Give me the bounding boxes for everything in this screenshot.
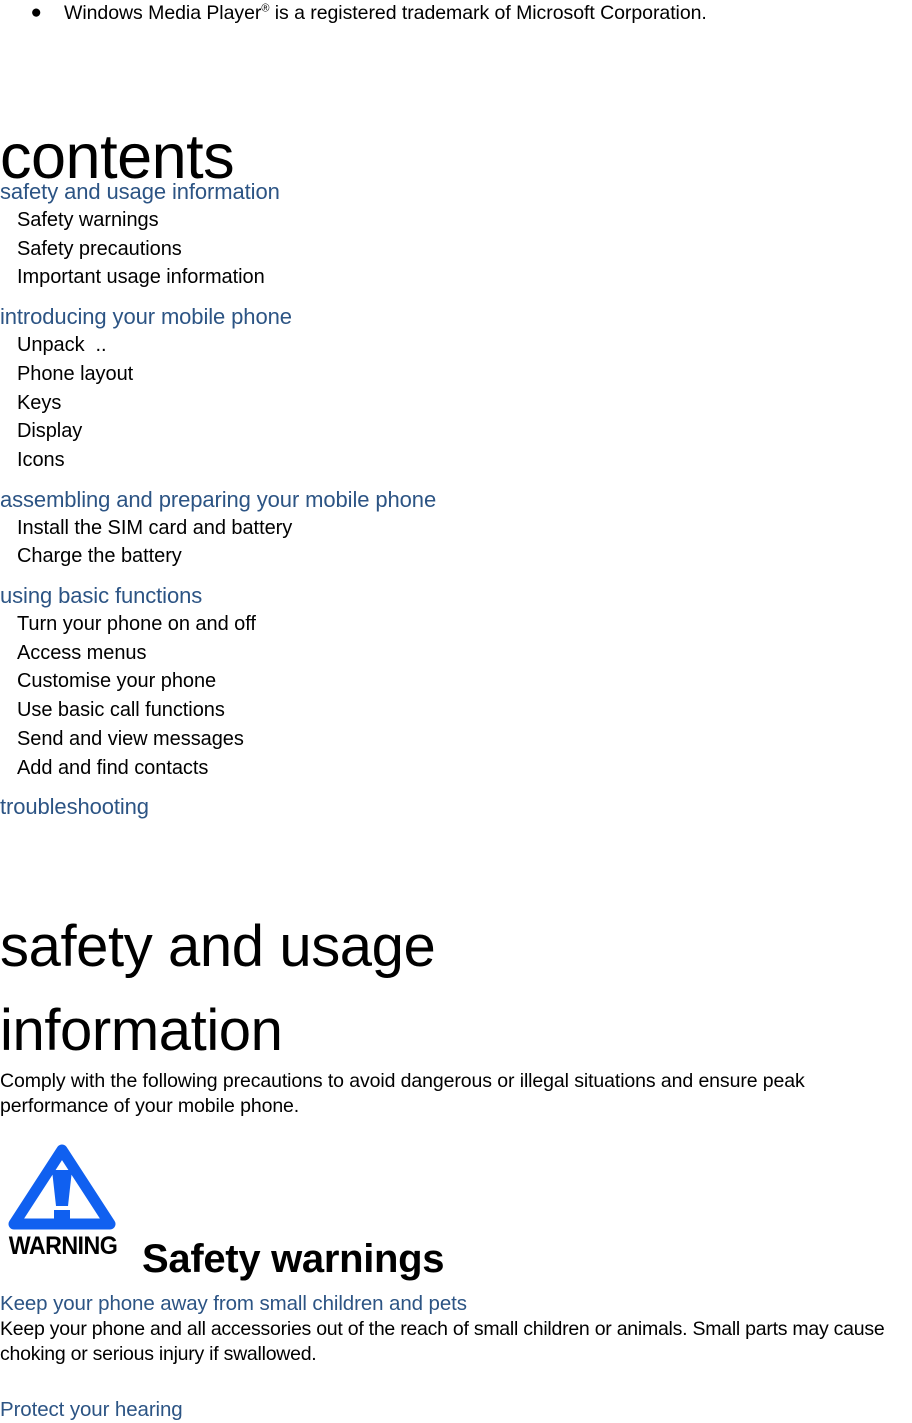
toc-item-access-menus[interactable]: Access menus — [0, 639, 912, 668]
warning-triangle-icon — [8, 1144, 116, 1230]
subsection-title: Keep your phone away from small children… — [0, 1292, 467, 1315]
trademark-product-name: Windows Media Player — [64, 2, 262, 24]
toc-item-install-the-sim-card-and-battery[interactable]: Install the SIM card and battery — [0, 514, 912, 543]
toc-item-add-and-find-contacts[interactable]: Add and find contacts — [0, 754, 912, 783]
toc-heading-using-basic-functions[interactable]: using basic functions — [0, 581, 912, 610]
toc-item-safety-precautions[interactable]: Safety precautions — [0, 235, 912, 264]
toc-item-important-usage-information[interactable]: Important usage information — [0, 263, 912, 292]
toc-heading-introducing-your-mobile-phone[interactable]: introducing your mobile phone — [0, 302, 912, 331]
toc-heading-troubleshooting[interactable]: troubleshooting — [0, 792, 912, 821]
trademark-note-tail: is a registered trademark of Microsoft C… — [269, 2, 707, 24]
toc-group-assembling: assembling and preparing your mobile pho… — [0, 485, 912, 571]
trademark-note-text: Windows Media Player® is a registered tr… — [42, 0, 707, 26]
safety-chapter-intro-paragraph: Comply with the following precautions to… — [0, 1069, 805, 1117]
subsection-protect-your-hearing: Protect your hearing — [0, 1396, 912, 1423]
toc-item-keys[interactable]: Keys — [0, 389, 912, 418]
toc-item-icons[interactable]: Icons — [0, 446, 912, 475]
toc-group-introducing: introducing your mobile phone Unpack .. … — [0, 302, 912, 475]
subsection-title: Protect your hearing — [0, 1398, 183, 1421]
warning-label: WARNING — [8, 1232, 118, 1260]
safety-warnings-section-header: WARNING Safety warnings — [0, 1140, 912, 1281]
trademark-note: ● Windows Media Player® is a registered … — [0, 0, 912, 26]
toc-item-send-and-view-messages[interactable]: Send and view messages — [0, 725, 912, 754]
toc-item-display[interactable]: Display — [0, 417, 912, 446]
subsection-keep-phone-away-from-children: Keep your phone away from small children… — [0, 1290, 912, 1367]
toc-item-unpack[interactable]: Unpack .. — [0, 331, 912, 360]
table-of-contents: safety and usage information Safety warn… — [0, 177, 912, 821]
toc-item-turn-your-phone-on-and-off[interactable]: Turn your phone on and off — [0, 610, 912, 639]
subsection-body: Keep your phone and all accessories out … — [0, 1318, 885, 1365]
bullet-icon: ● — [30, 2, 42, 23]
toc-heading-assembling-and-preparing-your-mobile-phone[interactable]: assembling and preparing your mobile pho… — [0, 485, 912, 514]
warning-badge: WARNING — [0, 1140, 126, 1262]
toc-item-charge-the-battery[interactable]: Charge the battery — [0, 542, 912, 571]
toc-heading-safety-and-usage-information[interactable]: safety and usage information — [0, 177, 912, 206]
safety-chapter-title: safety and usage information — [0, 913, 452, 1063]
document-page: ● Windows Media Player® is a registered … — [0, 0, 912, 1422]
toc-item-safety-warnings[interactable]: Safety warnings — [0, 206, 912, 235]
toc-group-safety: safety and usage information Safety warn… — [0, 177, 912, 292]
toc-group-using-basic-functions: using basic functions Turn your phone on… — [0, 581, 912, 782]
toc-group-troubleshooting: troubleshooting — [0, 792, 912, 821]
toc-item-phone-layout[interactable]: Phone layout — [0, 360, 912, 389]
section-heading-safety-warnings: Safety warnings — [142, 1237, 445, 1282]
toc-item-use-basic-call-functions[interactable]: Use basic call functions — [0, 696, 912, 725]
toc-item-customise-your-phone[interactable]: Customise your phone — [0, 667, 912, 696]
